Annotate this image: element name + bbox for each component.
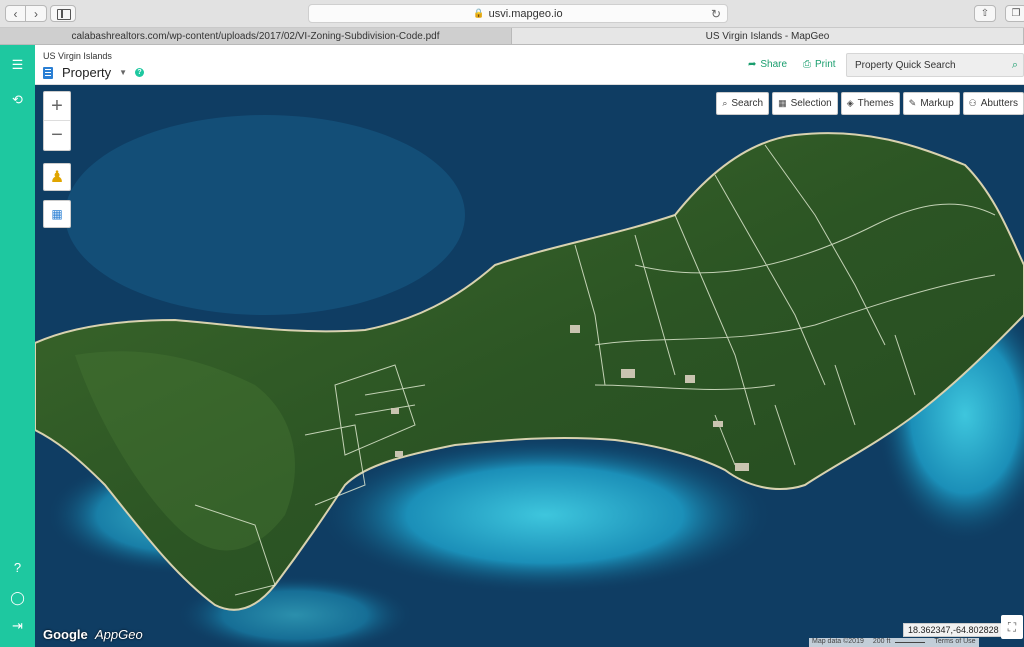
sign-in-icon[interactable]: ⇥ [0, 616, 35, 636]
users-icon: ⚇ [968, 98, 977, 108]
print-label: Print [815, 59, 836, 70]
chat-icon[interactable]: ◯ [0, 588, 35, 608]
sidebar-toggle-icon[interactable] [50, 5, 76, 22]
tab-zoning-pdf[interactable]: calabashrealtors.com/wp-content/uploads/… [0, 28, 512, 44]
region-label: US Virgin Islands [43, 51, 112, 61]
menu-icon[interactable]: ☰ [0, 55, 35, 75]
tab-mapgeo[interactable]: US Virgin Islands - MapGeo [512, 28, 1024, 44]
building-icon [43, 66, 53, 79]
selection-tool-button[interactable]: ▦ Selection [772, 92, 838, 115]
scale-label: 200 ft [872, 638, 891, 645]
zoom-control: + − [43, 91, 71, 151]
forward-icon[interactable]: › [26, 5, 47, 22]
print-button[interactable]: ⎙ Print [803, 59, 836, 70]
app-header: US Virgin Islands Property ▼ ? ➦ Share ⎙… [35, 45, 1024, 85]
themes-tool-label: Themes [857, 98, 894, 109]
markup-tool-button[interactable]: ✎ Markup [902, 92, 960, 115]
back-icon[interactable]: ‹ [5, 5, 26, 22]
help-icon[interactable]: ? [0, 557, 35, 577]
browser-nav: ‹ › [5, 5, 47, 22]
tabs-overview-icon[interactable]: ❐ [1005, 5, 1024, 22]
search-tool-label: Search [731, 98, 764, 109]
tab-strip: calabashrealtors.com/wp-content/uploads/… [0, 28, 1024, 45]
map-toolbar: ⌕ Search ▦ Selection ◈ Themes ✎ Markup ⚇… [713, 92, 1024, 115]
layer-selector[interactable]: Property ▼ ? [43, 65, 145, 80]
pencil-icon: ✎ [908, 98, 917, 108]
layer-help-icon[interactable]: ? [135, 68, 145, 77]
map-data-credit: Map data ©2019 [812, 638, 864, 645]
map-layers-icon[interactable]: ▦ [43, 200, 71, 228]
search-placeholder: Property Quick Search [855, 59, 956, 71]
search-icon[interactable]: ⌕ [1012, 59, 1018, 72]
satellite-imagery [35, 85, 1024, 647]
share-button[interactable]: ➦ Share [748, 59, 787, 70]
bay-water [65, 115, 465, 315]
browser-toolbar: ‹ › 🔒 usvi.mapgeo.io ↻ ⇧ ❐ [0, 0, 1024, 28]
themes-tool-button[interactable]: ◈ Themes [840, 92, 900, 115]
map-attribution: Map data ©2019 200 ft Terms of Use [809, 638, 979, 647]
abutters-tool-button[interactable]: ⚇ Abutters [962, 92, 1024, 115]
layers-icon: ◈ [846, 98, 854, 108]
property-search-input[interactable]: Property Quick Search ⌕ [846, 53, 1024, 77]
abutters-tool-label: Abutters [980, 98, 1018, 109]
scale-line [895, 642, 926, 643]
zoom-in-icon[interactable]: + [44, 92, 70, 121]
zoom-out-icon[interactable]: − [44, 121, 70, 150]
selection-tool-label: Selection [790, 98, 832, 109]
layer-name: Property [62, 65, 112, 80]
print-icon: ⎙ [803, 59, 811, 70]
scale-bar: 200 ft [867, 638, 931, 647]
history-icon[interactable]: ⟲ [0, 90, 35, 110]
url-text: usvi.mapgeo.io [488, 7, 563, 20]
coordinate-readout: 18.362347,-64.802828 [903, 623, 1004, 637]
markup-tool-label: Markup [920, 98, 954, 109]
fullscreen-icon[interactable]: ⛶ [1001, 615, 1023, 639]
terms-link[interactable]: Terms of Use [931, 638, 978, 647]
search-icon: ⌕ [722, 98, 728, 108]
address-bar[interactable]: 🔒 usvi.mapgeo.io ↻ [308, 4, 728, 23]
appgeo-logo: AppGeo [95, 627, 143, 642]
reload-icon[interactable]: ↻ [711, 7, 721, 21]
left-rail: ☰ ⟲ ? ◯ ⇥ [0, 45, 35, 647]
share-arrow-icon: ➦ [748, 59, 757, 70]
share-label: Share [760, 59, 788, 70]
google-logo: Google [43, 627, 88, 642]
grid-icon: ▦ [778, 98, 787, 108]
lock-icon: 🔒 [473, 8, 485, 18]
street-view-pegman-icon[interactable]: ♟ [43, 163, 71, 191]
share-icon[interactable]: ⇧ [974, 5, 996, 22]
chevron-down-icon: ▼ [119, 68, 128, 77]
search-tool-button[interactable]: ⌕ Search [716, 92, 770, 115]
map-view[interactable]: + − ♟ ▦ ⌕ Search ▦ Selection ◈ Themes ✎ … [35, 85, 1024, 647]
